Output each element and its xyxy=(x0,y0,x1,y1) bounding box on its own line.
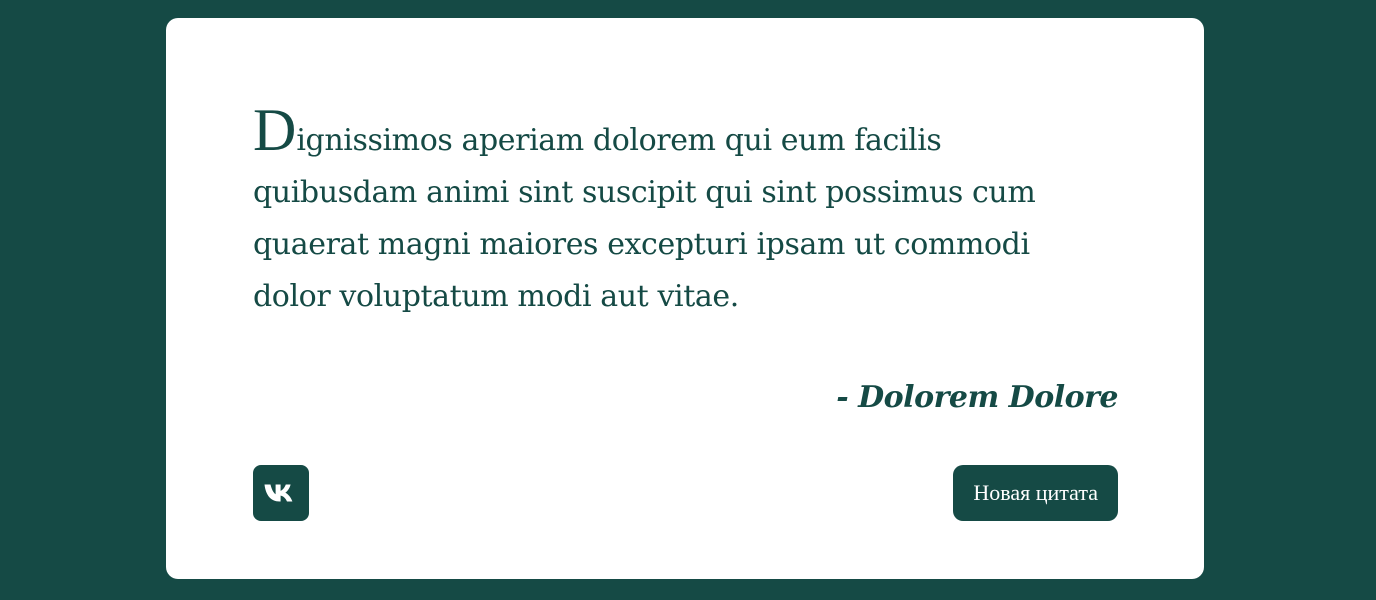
vk-icon xyxy=(263,482,299,504)
quote-card: Dignissimos aperiam dolorem qui eum faci… xyxy=(166,18,1204,579)
share-vk-button[interactable] xyxy=(253,465,309,521)
quote-text: Dignissimos aperiam dolorem qui eum faci… xyxy=(253,100,1093,323)
quote-dropcap: D xyxy=(253,97,297,163)
new-quote-button[interactable]: Новая цитата xyxy=(953,465,1118,521)
quote-author: - Dolorem Dolore xyxy=(836,380,1118,415)
quote-body: ignissimos aperiam dolorem qui eum facil… xyxy=(253,123,1036,314)
